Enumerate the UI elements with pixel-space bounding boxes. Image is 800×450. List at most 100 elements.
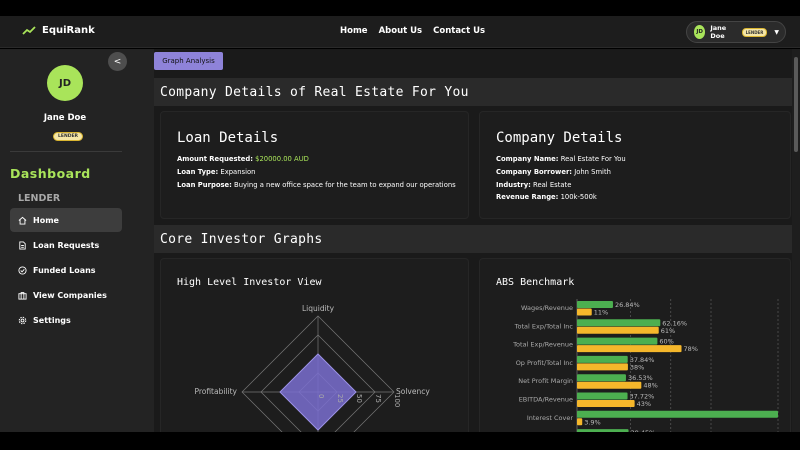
benchmark-data-label: 60% xyxy=(659,338,673,346)
company-fields: Company Name: Real Estate For You Compan… xyxy=(496,153,776,204)
benchmark-category-label: EBITDA/Revenue xyxy=(519,396,573,404)
radar-axis-label: Solvency xyxy=(396,387,430,396)
nav-link-about[interactable]: About Us xyxy=(379,26,423,36)
benchmark-bar xyxy=(577,355,628,363)
benchmark-card: ABS Benchmark Wages/Revenue 26.84% 11% Tota… xyxy=(479,258,791,432)
sidebar-item-label: Loan Requests xyxy=(33,240,100,250)
benchmark-bar xyxy=(577,381,642,389)
company-details-title: Company Details xyxy=(496,130,623,146)
core-graphs-header: Core Investor Graphs xyxy=(154,225,792,253)
scrollbar-thumb[interactable] xyxy=(794,57,798,152)
revenue-value: 100k-500k xyxy=(560,193,597,202)
collapse-sidebar-button[interactable]: < xyxy=(108,52,127,71)
industry-value: Real Estate xyxy=(533,180,572,189)
loan-type-label: Loan Type: xyxy=(177,167,219,176)
company-details-header: Company Details of Real Estate For You xyxy=(154,78,792,106)
benchmark-data-label: 78% xyxy=(684,345,698,353)
check-circle-icon xyxy=(18,265,27,275)
radar-chart: 0 25 50 75 100 Liquidity Solvency Profitability xyxy=(194,304,430,432)
radar-tick-label: 50 xyxy=(355,394,363,403)
user-menu[interactable]: JD Jane Doe LENDER ▼ xyxy=(686,21,786,43)
benchmark-data-label: 3.9% xyxy=(584,418,601,426)
sidebar-item-settings[interactable]: Settings xyxy=(10,308,122,332)
sidebar-item-label: Settings xyxy=(33,315,71,325)
borrower-value: John Smith xyxy=(574,167,611,176)
sidebar-item-view-companies[interactable]: View Companies xyxy=(10,283,122,307)
radar-tick-label: 100 xyxy=(393,394,401,407)
loan-type-value: Expansion xyxy=(220,167,256,176)
benchmark-bar xyxy=(577,392,628,400)
radar-tick-label: 75 xyxy=(374,394,382,403)
home-icon xyxy=(18,216,27,225)
benchmark-data-label: 26.84% xyxy=(615,301,640,309)
main-content: Graph Analysis Company Details of Real E… xyxy=(154,49,792,432)
company-name-label: Company Name: xyxy=(496,155,559,163)
benchmark-data-label: 11% xyxy=(594,309,608,317)
avatar: JD xyxy=(47,65,83,101)
brand-name: EquiRank xyxy=(42,25,95,36)
sidebar-item-label: View Companies xyxy=(33,290,107,300)
radar-tick-label: 0 xyxy=(317,394,325,398)
benchmark-bar xyxy=(577,410,778,418)
role-label: LENDER xyxy=(18,193,61,204)
benchmark-bar xyxy=(577,418,583,426)
loan-purpose-label: Loan Purpose: xyxy=(177,180,232,189)
nav-link-home[interactable]: Home xyxy=(340,26,368,36)
industry-label: Industry: xyxy=(496,180,531,189)
radar-series-area xyxy=(279,353,357,431)
benchmark-bar xyxy=(577,326,659,334)
benchmark-bar xyxy=(577,345,682,353)
benchmark-bar xyxy=(577,363,628,371)
loan-details-title: Loan Details xyxy=(177,130,279,146)
company-name-value: Real Estate For You xyxy=(560,155,626,163)
amount-label: Amount Requested: xyxy=(177,155,253,163)
graph-analysis-button[interactable]: Graph Analysis xyxy=(154,52,223,70)
amount-value: $20000.00 AUD xyxy=(255,155,309,163)
company-details-card: Company Details Company Name: Real Estat… xyxy=(479,111,791,219)
loan-purpose-value: Buying a new office space for the team t… xyxy=(234,180,456,189)
nav-links: Home About Us Contact Us xyxy=(340,26,485,36)
benchmark-category-label: Interest Cover xyxy=(527,414,573,422)
benchmark-category-label: Wages/Revenue xyxy=(521,304,573,312)
scrollbar[interactable] xyxy=(792,49,800,432)
sidebar-item-home[interactable]: Home xyxy=(10,208,122,232)
user-name: Jane Doe xyxy=(43,113,87,123)
benchmark-bar xyxy=(577,337,658,345)
trend-icon xyxy=(22,25,36,35)
gear-icon xyxy=(18,316,27,324)
benchmark-bar xyxy=(577,400,635,407)
radar-card: High Level Investor View 0 25 50 75 100 Liqui… xyxy=(160,258,469,432)
dashboard-title: Dashboard xyxy=(10,166,91,181)
sidebar-divider xyxy=(10,151,122,152)
revenue-label: Revenue Range: xyxy=(496,193,559,202)
borrower-label: Company Borrower: xyxy=(496,167,573,176)
benchmark-bar xyxy=(577,301,613,308)
radar-axis-label: Liquidity xyxy=(302,304,335,313)
benchmark-data-label: 43% xyxy=(637,400,651,408)
benchmark-data-label: 48% xyxy=(643,382,657,390)
benchmark-category-label: Op Profit/Total Inc xyxy=(516,359,574,367)
radar-axis-label: Profitability xyxy=(194,387,237,396)
role-badge: LENDER xyxy=(53,132,83,141)
benchmark-category-label: Total Exp/Total Inc xyxy=(514,322,574,330)
benchmark-bar xyxy=(577,308,592,316)
role-badge-small: LENDER xyxy=(741,27,768,37)
benchmark-chart: Wages/Revenue 26.84% 11% Total Exp/Total In… xyxy=(512,299,779,432)
sidebar-item-loan-requests[interactable]: Loan Requests xyxy=(10,233,122,257)
radar-tick-label: 25 xyxy=(336,394,344,403)
benchmark-data-label: 38% xyxy=(630,363,644,371)
sidebar: < JD Jane Doe LENDER Dashboard LENDER Ho… xyxy=(0,49,154,432)
benchmark-category-label: Net Profit Margin xyxy=(518,377,573,385)
chevron-down-icon: ▼ xyxy=(774,28,779,36)
benchmark-bar xyxy=(577,374,626,382)
briefcase-icon xyxy=(18,291,27,300)
benchmark-bar xyxy=(577,319,661,327)
user-name-small: Jane Doe xyxy=(710,24,727,40)
brand-logo[interactable]: EquiRank xyxy=(22,25,95,36)
loan-fields: Amount Requested: $20000.00 AUD Loan Typ… xyxy=(177,153,457,191)
document-icon xyxy=(19,240,26,250)
avatar-small: JD xyxy=(694,25,706,39)
nav-link-contact[interactable]: Contact Us xyxy=(433,26,485,36)
sidebar-item-funded-loans[interactable]: Funded Loans xyxy=(10,258,122,282)
top-navbar: EquiRank Home About Us Contact Us JD Jan… xyxy=(0,16,800,48)
